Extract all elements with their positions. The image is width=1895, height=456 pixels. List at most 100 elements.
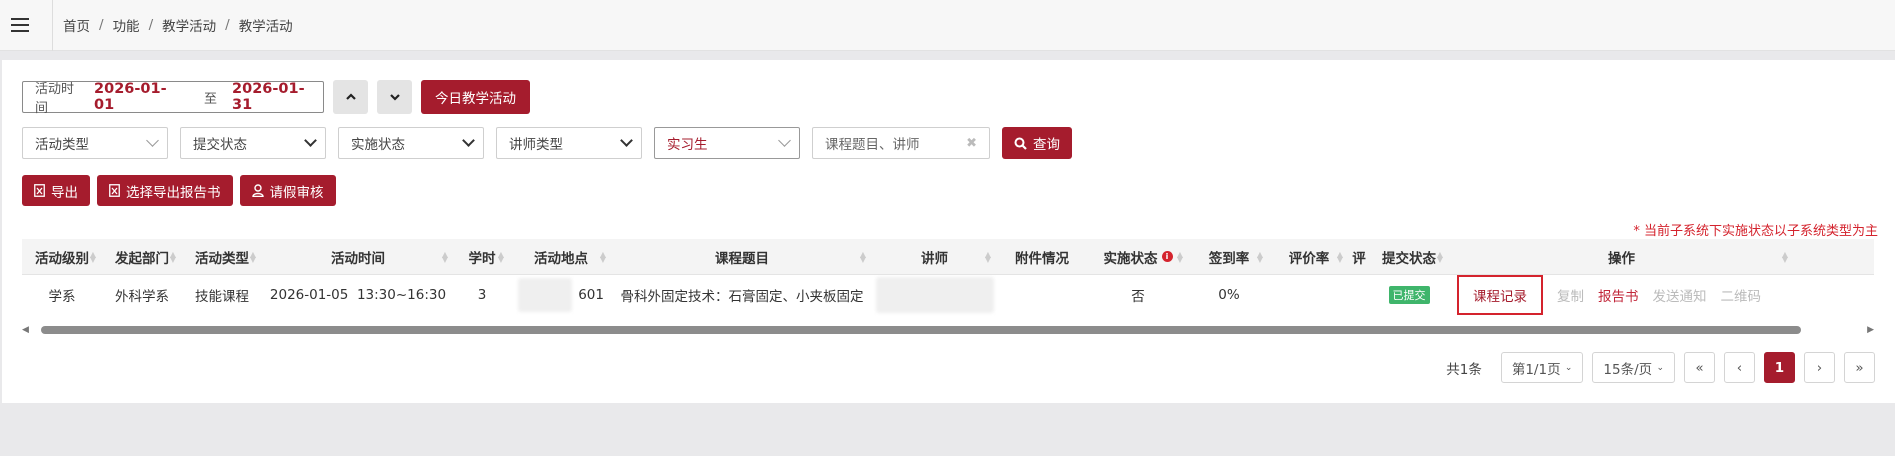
cell-location: 601 [510,275,612,315]
chevron-down-icon [462,134,475,147]
col-header[interactable]: 签到率 ▲ ▼ [1189,239,1269,274]
cell-dept: 外科学系 [115,289,169,305]
date-end[interactable]: 2026-01-31 [232,81,323,113]
sort-icon: ▲ ▼ [169,249,176,264]
breadcrumb-function[interactable]: 功能 [113,15,140,35]
chevron-down-icon [146,134,159,147]
cell-type: 技能课程 [195,289,249,305]
sort-icon: ▲ ▼ [1176,249,1183,264]
chevron-down-icon: ⌄ [1564,362,1573,373]
clear-icon[interactable]: ✖ [966,136,977,151]
col-header[interactable]: 评价率 ▲ ▼ [1269,239,1349,274]
chevron-up-icon [345,93,356,100]
lecturer-type-select[interactable]: 讲师类型 [496,127,642,159]
subsystem-note: * 当前子系统下实施状态以子系统类型为主 [1633,224,1878,239]
date-range-picker[interactable]: 活动时间 2026-01-01 至 2026-01-31 [22,81,324,116]
activity-type-value: 活动类型 [35,137,89,153]
col-header[interactable]: 提交状态 ▲ ▼ [1369,239,1449,274]
action-bar: 导出 选择导出报告书 请假审核 [22,175,336,206]
breadcrumb-separator: / [225,17,230,33]
col-header[interactable]: 活动地点 ▲ ▼ [510,239,612,274]
breadcrumb-current: 教学活动 [238,19,293,35]
scroll-left-icon[interactable]: ◀ [22,325,29,335]
main-panel: 活动时间 2026-01-01 至 2026-01-31 今日教学活动 活动类型… [2,60,1895,403]
top-bar: 首页 / 功能 / 教学活动 / 教学活动 [0,0,1895,51]
col-header[interactable]: 学时 ▲ ▼ [454,239,510,274]
scroll-thumb[interactable] [40,326,1801,334]
activity-type-select[interactable]: 活动类型 [22,127,168,159]
activity-table: 活动级别 ▲ ▼ 发起部门 ▲ ▼ 活动类型 ▲ ▼ 活动时间 ▲ ▼ 学时 ▲ ▼ 活动地点 ▲ ▼ … [22,239,1874,315]
date-to-label: 至 [204,91,218,107]
cell-title: 骨科外固定技术：石膏固定、小夹板固定 [620,289,864,305]
copy-link[interactable]: 复制 [1557,285,1584,305]
sort-icon: ▲ ▼ [497,249,504,264]
scroll-right-icon[interactable]: ▶ [1867,325,1874,335]
sort-icon: ▲ ▼ [1256,249,1263,264]
course-record-link[interactable]: 课程记录 [1457,275,1543,315]
redacted-block [518,278,573,312]
prev-page-button[interactable]: ‹ [1724,352,1755,383]
col-header[interactable]: 活动时间 ▲ ▼ [262,239,454,274]
first-page-button[interactable]: « [1684,352,1715,383]
today-activities-button[interactable]: 今日教学活动 [421,80,530,114]
last-page-button[interactable]: » [1844,352,1875,383]
cell-ops: 课程记录 复制 报告书 发送通知 二维码 [1449,275,1794,315]
chevron-down-icon: ⌄ [1656,362,1664,373]
col-header: 操作 ▲ ▼ [1608,249,1788,267]
cell-impl-status: 否 [1131,289,1145,305]
leave-review-button[interactable]: 请假审核 [239,175,336,206]
col-header[interactable]: 讲师 ▲ ▼ [872,239,997,274]
export-label: 导出 [51,184,78,201]
page-size-select[interactable]: 15条/页 ⌄ [1592,352,1675,383]
chevron-down-icon [620,134,633,147]
search-icon [1014,137,1027,150]
col-header[interactable]: 发起部门 ▲ ▼ [102,239,182,274]
export-button[interactable]: 导出 [22,175,90,206]
pagination: 共1条 第1/1页 ⌄ 15条/页 ⌄ « ‹ 1 › » [1446,352,1875,383]
submit-status-select[interactable]: 提交状态 [180,127,326,159]
table-header: 活动级别 ▲ ▼ 发起部门 ▲ ▼ 活动类型 ▲ ▼ 活动时间 ▲ ▼ 学时 ▲ ▼ 活动地点 ▲ ▼ … [22,239,1874,275]
redacted-block [875,277,994,313]
col-header: 附件情况 [1015,250,1069,267]
cell-submit-status: 已提交 [1369,275,1449,315]
status-badge: 已提交 [1388,286,1430,304]
col-header[interactable]: 实施状态 i ▲ ▼ [1087,239,1189,274]
student-type-select[interactable]: 实习生 [654,127,800,159]
cell-level: 学系 [48,289,76,305]
current-page-button[interactable]: 1 [1764,352,1795,383]
breadcrumb-separator: / [148,17,154,33]
student-type-value: 实习生 [667,137,708,153]
query-button[interactable]: 查询 [1002,127,1072,159]
cell-hours: 3 [477,287,487,303]
search-placeholder: 课程题目、讲师 [825,137,920,153]
horizontal-scrollbar[interactable]: ◀ ▶ [22,324,1874,336]
breadcrumb-home[interactable]: 首页 [63,15,90,35]
next-period-button[interactable] [377,80,412,114]
impl-status-select[interactable]: 实施状态 [338,127,484,159]
next-page-button[interactable]: › [1804,352,1835,383]
user-icon [251,184,264,197]
breadcrumb: 首页 / 功能 / 教学活动 / 教学活动 [52,0,293,51]
search-input[interactable]: 课程题目、讲师 ✖ [812,127,990,159]
menu-toggle-icon[interactable] [0,0,40,51]
export-report-button[interactable]: 选择导出报告书 [97,175,233,206]
leave-review-label: 请假审核 [269,184,324,201]
col-header[interactable]: 活动级别 ▲ ▼ [22,239,102,274]
col-header[interactable]: 活动类型 ▲ ▼ [182,239,262,274]
page-select[interactable]: 第1/1页 ⌄ [1500,352,1584,383]
date-toolbar: 活动时间 2026-01-01 至 2026-01-31 今日教学活动 [22,80,530,116]
qrcode-link[interactable]: 二维码 [1721,285,1762,305]
impl-status-value: 实施状态 [351,137,405,153]
sort-icon: ▲ ▼ [1436,249,1443,264]
breadcrumb-separator: / [99,17,104,33]
report-link[interactable]: 报告书 [1598,285,1639,305]
prev-period-button[interactable] [333,80,368,114]
date-start[interactable]: 2026-01-01 [94,81,185,113]
cell-sign-rate: 0% [1218,287,1240,303]
col-header[interactable]: 课程题目 ▲ ▼ [612,239,872,274]
export-report-label: 选择导出报告书 [126,184,221,201]
send-notice-link[interactable]: 发送通知 [1653,285,1707,305]
breadcrumb-teaching[interactable]: 教学活动 [162,15,216,35]
sort-icon: ▲ ▼ [249,249,256,264]
sort-icon: ▲ ▼ [984,249,991,264]
